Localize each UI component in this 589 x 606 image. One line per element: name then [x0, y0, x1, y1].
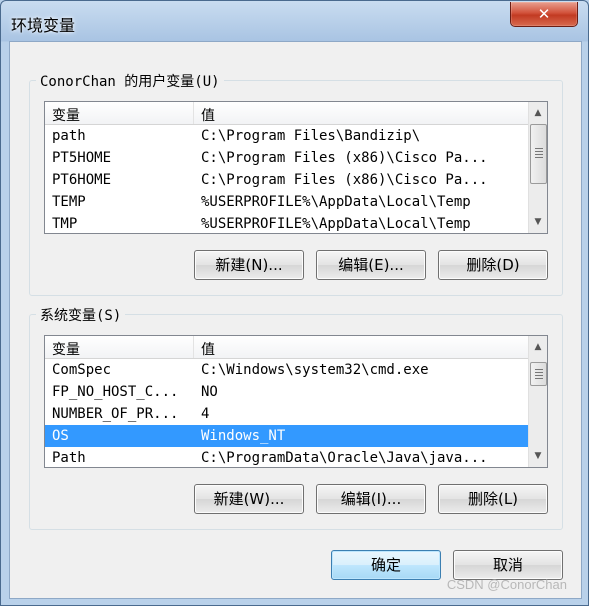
- column-header-variable[interactable]: 变量: [52, 339, 80, 359]
- scroll-up-icon[interactable]: ▲: [529, 104, 547, 122]
- column-header-value[interactable]: 值: [201, 105, 215, 125]
- edit-user-variable-button[interactable]: 编辑(E)...: [316, 250, 426, 280]
- close-button[interactable]: ✕: [510, 2, 578, 27]
- variable-name: Path: [52, 450, 86, 466]
- list-header: 变量 值: [45, 102, 529, 125]
- system-variables-group: 系统变量(S) 变量 值 ComSpec C:\Windows\system32…: [29, 305, 563, 530]
- dialog-client-area: ConorChan 的用户变量(U) 变量 值 path C:\Program …: [9, 41, 582, 599]
- table-row[interactable]: PT6HOME C:\Program Files (x86)\Cisco Pa.…: [45, 169, 529, 191]
- variable-value: C:\ProgramData\Oracle\Java\java...: [201, 450, 488, 466]
- column-header-variable[interactable]: 变量: [52, 105, 80, 125]
- column-divider[interactable]: [193, 336, 194, 358]
- cancel-button[interactable]: 取消: [453, 550, 563, 580]
- scroll-down-icon[interactable]: ▼: [529, 213, 547, 231]
- variable-name: TEMP: [52, 194, 86, 210]
- ok-button[interactable]: 确定: [331, 550, 441, 580]
- table-row[interactable]: ComSpec C:\Windows\system32\cmd.exe: [45, 359, 529, 381]
- variable-value: 4: [201, 406, 210, 422]
- column-divider[interactable]: [193, 102, 194, 124]
- user-variables-group: ConorChan 的用户变量(U) 变量 值 path C:\Program …: [29, 71, 563, 296]
- variable-name: PT6HOME: [52, 172, 112, 188]
- system-variables-list[interactable]: 变量 值 ComSpec C:\Windows\system32\cmd.exe…: [44, 335, 548, 468]
- new-user-variable-button[interactable]: 新建(N)...: [194, 250, 304, 280]
- vertical-scrollbar[interactable]: ▲ ▼: [528, 336, 547, 467]
- close-icon: ✕: [537, 5, 551, 23]
- scroll-thumb[interactable]: [530, 362, 547, 386]
- variable-name: NUMBER_OF_PR...: [52, 406, 179, 422]
- environment-variables-window: 环境变量 ✕ ConorChan 的用户变量(U) 变量 值 path C:\P…: [0, 0, 589, 606]
- table-row[interactable]: path C:\Program Files\Bandizip\: [45, 125, 529, 147]
- variable-value: C:\Program Files (x86)\Cisco Pa...: [201, 150, 488, 166]
- user-variables-label: ConorChan 的用户变量(U): [36, 71, 224, 91]
- scroll-down-icon[interactable]: ▼: [529, 447, 547, 465]
- variable-value: C:\Windows\system32\cmd.exe: [201, 362, 429, 378]
- variable-value: %USERPROFILE%\AppData\Local\Temp: [201, 216, 471, 232]
- table-row[interactable]: NUMBER_OF_PR... 4: [45, 403, 529, 425]
- edit-system-variable-button[interactable]: 编辑(I)...: [316, 484, 426, 514]
- variable-name: TMP: [52, 216, 78, 232]
- delete-system-variable-button[interactable]: 删除(L): [438, 484, 548, 514]
- variable-value: %USERPROFILE%\AppData\Local\Temp: [201, 194, 471, 210]
- window-title: 环境变量: [11, 16, 76, 35]
- table-row[interactable]: TMP %USERPROFILE%\AppData\Local\Temp: [45, 213, 529, 233]
- variable-name: FP_NO_HOST_C...: [52, 384, 179, 400]
- variable-value: NO: [201, 384, 218, 400]
- column-header-value[interactable]: 值: [201, 339, 215, 359]
- variable-name: path: [52, 128, 86, 144]
- vertical-scrollbar[interactable]: ▲ ▼: [528, 102, 547, 233]
- system-variables-label: 系统变量(S): [36, 305, 126, 325]
- table-row[interactable]: Path C:\ProgramData\Oracle\Java\java...: [45, 447, 529, 467]
- watermark: CSDN @ConorChan: [446, 577, 567, 592]
- scroll-thumb[interactable]: [530, 124, 547, 184]
- table-row[interactable]: PT5HOME C:\Program Files (x86)\Cisco Pa.…: [45, 147, 529, 169]
- title-bar[interactable]: 环境变量 ✕: [1, 1, 588, 41]
- delete-user-variable-button[interactable]: 删除(D): [438, 250, 548, 280]
- new-system-variable-button[interactable]: 新建(W)...: [194, 484, 304, 514]
- variable-name: OS: [52, 428, 69, 444]
- table-row[interactable]: TEMP %USERPROFILE%\AppData\Local\Temp: [45, 191, 529, 213]
- scroll-up-icon[interactable]: ▲: [529, 338, 547, 356]
- table-row-selected[interactable]: OS Windows_NT: [45, 425, 529, 447]
- list-header: 变量 值: [45, 336, 529, 359]
- variable-value: C:\Program Files (x86)\Cisco Pa...: [201, 172, 488, 188]
- user-variables-list[interactable]: 变量 值 path C:\Program Files\Bandizip\ PT5…: [44, 101, 548, 234]
- variable-name: PT5HOME: [52, 150, 112, 166]
- variable-name: ComSpec: [52, 362, 112, 378]
- table-row[interactable]: FP_NO_HOST_C... NO: [45, 381, 529, 403]
- variable-value: C:\Program Files\Bandizip\: [201, 128, 421, 144]
- variable-value: Windows_NT: [201, 428, 286, 444]
